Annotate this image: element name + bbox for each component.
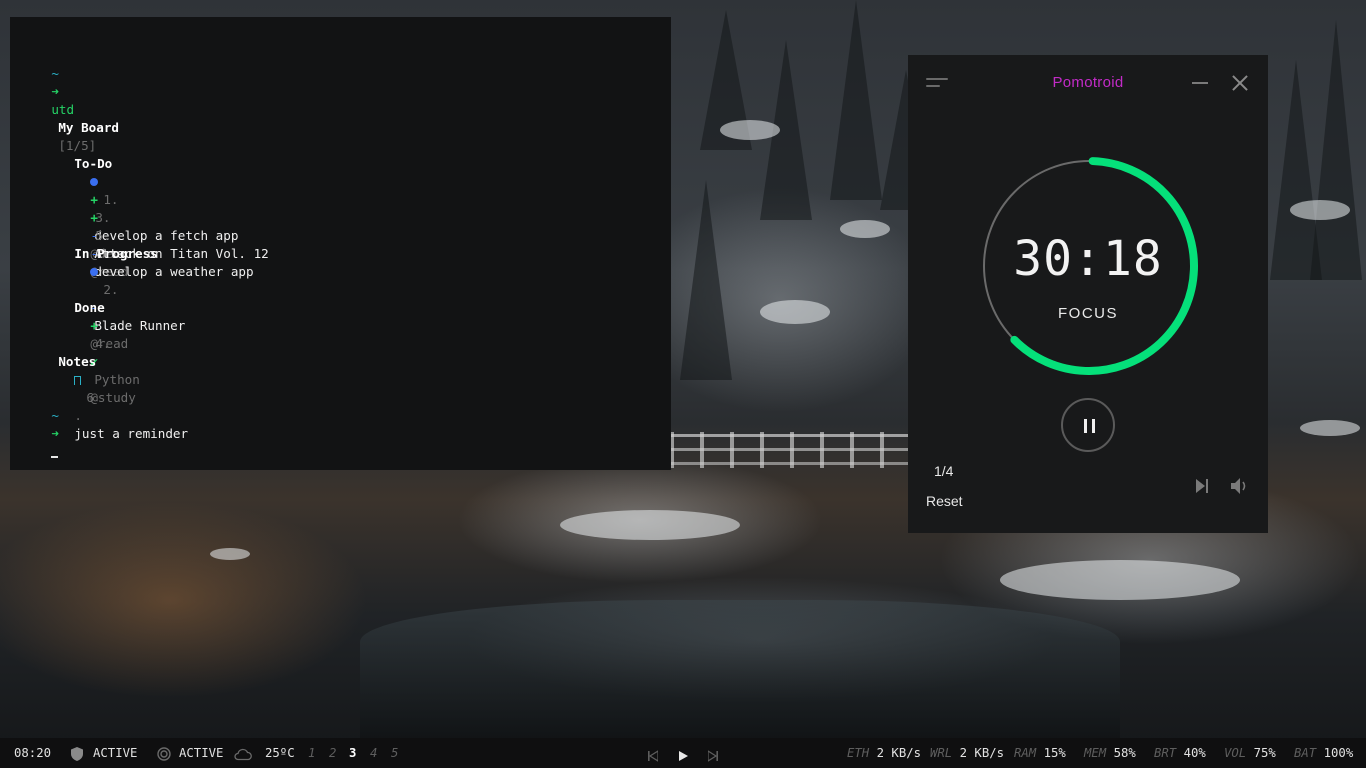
volume-indicator: VOL 75% xyxy=(1224,745,1276,761)
play-icon[interactable] xyxy=(679,748,688,764)
battery-indicator: BAT 100% xyxy=(1294,745,1353,761)
timer-display: 30:18 xyxy=(1013,231,1163,287)
note-text: just a reminder xyxy=(74,426,189,441)
volume-icon[interactable] xyxy=(1230,477,1250,495)
task-item[interactable]: 1. - develop a fetch app @dev xyxy=(60,155,238,261)
wrl-label: WRL xyxy=(930,746,953,760)
clock: 08:20 xyxy=(14,746,52,760)
bookmark-icon xyxy=(74,376,82,385)
close-icon[interactable] xyxy=(1230,73,1250,93)
wifi-icon xyxy=(157,747,171,761)
eth-value: 2 KB/s xyxy=(876,746,922,760)
ram-label: RAM xyxy=(1014,746,1037,760)
prompt-arrow: ➜ xyxy=(51,84,59,99)
task-text: develop a weather app xyxy=(94,264,254,279)
vol-label: VOL xyxy=(1224,746,1247,760)
weather-temp: 25ºC xyxy=(265,746,295,760)
note-number: 6 xyxy=(86,390,94,405)
wrl-value: 2 KB/s xyxy=(959,746,1005,760)
minimize-icon[interactable] xyxy=(1192,82,1208,84)
bat-value: 100% xyxy=(1323,746,1354,760)
bat-label: BAT xyxy=(1294,746,1317,760)
ram-indicator: RAM 15% xyxy=(1014,745,1066,761)
eth-indicator: ETH 2 KB/s xyxy=(847,745,921,761)
terminal-cursor[interactable] xyxy=(51,446,59,458)
note-separator: . xyxy=(74,408,82,423)
terminal-window[interactable]: ~ ➜ utd My Board [1/5] To-Do 1. - develo… xyxy=(10,17,671,470)
vol-value: 75% xyxy=(1253,746,1276,760)
next-track-icon[interactable] xyxy=(708,748,718,764)
in-progress-dot-icon xyxy=(90,268,99,276)
eth-label: ETH xyxy=(847,746,870,760)
task-item[interactable]: + 4. ✔ Python @study xyxy=(60,299,140,405)
workspace-5[interactable]: 5 xyxy=(391,745,398,761)
reset-button[interactable]: Reset xyxy=(926,493,963,509)
workspace-1[interactable]: 1 xyxy=(308,745,315,761)
task-item[interactable]: 2. - Blade Runner @read xyxy=(60,245,185,351)
note-item[interactable]: 6 . just a reminder xyxy=(44,353,188,441)
mem-indicator: MEM 58% xyxy=(1084,745,1136,761)
task-item[interactable]: + 5. - develop a weather app xyxy=(60,191,253,279)
skip-icon[interactable] xyxy=(1195,478,1209,494)
task-text: Blade Runner xyxy=(94,318,186,333)
mem-label: MEM xyxy=(1084,746,1107,760)
mem-value: 58% xyxy=(1113,746,1136,760)
shield-icon xyxy=(71,747,83,761)
plus-icon: + xyxy=(90,318,98,333)
task-tag: @study xyxy=(90,390,136,405)
task-text: Python xyxy=(94,372,140,387)
board-title: My Board xyxy=(58,120,120,135)
workspace-4[interactable]: 4 xyxy=(370,745,377,761)
workspace-2[interactable]: 2 xyxy=(329,745,336,761)
pomotroid-window[interactable]: Pomotroid 30:18 FOCUS 1/4 Reset xyxy=(908,55,1268,533)
task-number: 4. xyxy=(95,336,111,351)
prompt-arrow: ➜ xyxy=(51,426,59,441)
brt-label: BRT xyxy=(1154,746,1177,760)
brightness-indicator: BRT 40% xyxy=(1154,745,1206,761)
plus-icon: + xyxy=(90,210,98,225)
cloud-icon xyxy=(234,748,252,761)
ram-value: 15% xyxy=(1043,746,1066,760)
brt-value: 40% xyxy=(1183,746,1206,760)
task-number: 2. xyxy=(103,282,119,297)
wifi-status: ACTIVE xyxy=(179,746,224,760)
status-bar: 08:20 ACTIVE ACTIVE 25ºC 1 2 3 4 5 ETH 2… xyxy=(0,738,1366,768)
task-item[interactable]: + 3. - Attack on Titan Vol. 12 @read xyxy=(60,173,268,279)
wireless-indicator: WRL 2 KB/s xyxy=(930,745,1004,761)
vpn-status: ACTIVE xyxy=(93,746,138,760)
pause-button[interactable] xyxy=(1061,398,1115,452)
workspace-3[interactable]: 3 xyxy=(349,745,356,761)
previous-track-icon[interactable] xyxy=(648,748,658,764)
round-counter: 1/4 xyxy=(934,463,954,479)
timer-mode-label: FOCUS xyxy=(1058,305,1118,322)
app-title: Pomotroid xyxy=(1052,74,1124,91)
